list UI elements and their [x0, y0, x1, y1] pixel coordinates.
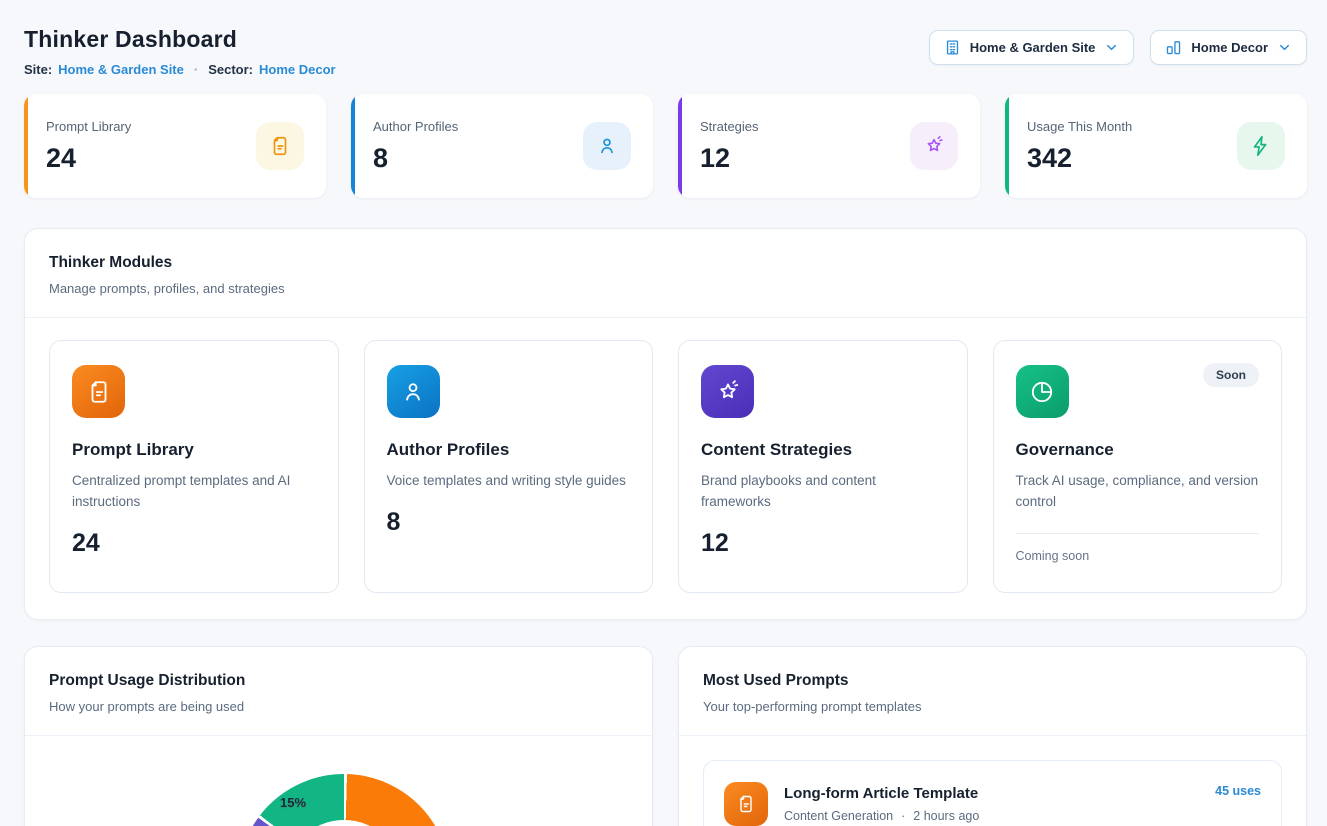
stat-label: Strategies — [700, 119, 759, 134]
person-icon — [583, 122, 631, 170]
meta-separator: · — [901, 809, 905, 823]
module-count: 24 — [72, 529, 316, 558]
title-block: Thinker Dashboard Site: Home & Garden Si… — [24, 26, 336, 77]
modules-subtitle: Manage prompts, profiles, and strategies — [49, 281, 1282, 296]
chart-title: Prompt Usage Distribution — [49, 672, 628, 690]
chart-subtitle: How your prompts are being used — [49, 699, 628, 714]
module-count: 12 — [701, 529, 945, 558]
document-icon — [724, 782, 768, 826]
stat-value: 12 — [700, 143, 759, 174]
topbar: Thinker Dashboard Site: Home & Garden Si… — [24, 26, 1307, 77]
prompt-uses-badge: 45 uses — [1215, 784, 1261, 798]
prompt-text: Long-form Article Template Content Gener… — [784, 785, 1199, 823]
bar-chart-icon — [1165, 39, 1182, 56]
prompt-list: Long-form Article Template Content Gener… — [679, 736, 1306, 826]
stat-text: Author Profiles 8 — [373, 119, 458, 174]
module-title: Prompt Library — [72, 440, 316, 460]
module-card-prompt-library[interactable]: Prompt Library Centralized prompt templa… — [49, 340, 339, 593]
module-description: Voice templates and writing style guides — [387, 471, 631, 492]
prompt-title: Long-form Article Template — [784, 785, 1199, 802]
usage-distribution-card: Prompt Usage Distribution How your promp… — [24, 646, 653, 826]
dashboard-page: Thinker Dashboard Site: Home & Garden Si… — [0, 0, 1327, 826]
stat-label: Usage This Month — [1027, 119, 1132, 134]
module-grid: Prompt Library Centralized prompt templa… — [25, 318, 1306, 619]
prompts-title: Most Used Prompts — [703, 672, 1282, 690]
most-used-prompts-card: Most Used Prompts Your top-performing pr… — [678, 646, 1307, 826]
chevron-down-icon — [1104, 40, 1119, 55]
prompts-subtitle: Your top-performing prompt templates — [703, 699, 1282, 714]
prompt-meta: Content Generation · 2 hours ago — [784, 809, 1199, 823]
breadcrumb: Site: Home & Garden Site · Sector: Home … — [24, 62, 336, 77]
module-title: Content Strategies — [701, 440, 945, 460]
donut-chart: 15% — [25, 736, 652, 826]
stat-card-strategies: Strategies 12 — [678, 94, 980, 198]
module-description: Brand playbooks and content frameworks — [701, 471, 945, 513]
chart-header: Prompt Usage Distribution How your promp… — [25, 647, 652, 736]
stat-label: Author Profiles — [373, 119, 458, 134]
module-card-content-strategies[interactable]: Content Strategies Brand playbooks and c… — [678, 340, 968, 593]
modules-panel: Thinker Modules Manage prompts, profiles… — [24, 228, 1307, 620]
prompt-list-item[interactable]: Long-form Article Template Content Gener… — [703, 760, 1282, 826]
module-count: 8 — [387, 508, 631, 537]
coming-soon-label: Coming soon — [1016, 549, 1260, 563]
module-card-governance[interactable]: Soon Governance Track AI usage, complian… — [993, 340, 1283, 593]
sector-selector-dropdown[interactable]: Home Decor — [1150, 30, 1307, 65]
donut-hole — [284, 820, 404, 826]
star-sparkle-icon — [701, 365, 754, 418]
header-controls: Home & Garden Site Home Decor — [929, 30, 1307, 65]
soon-badge: Soon — [1203, 363, 1259, 387]
breadcrumb-separator: · — [194, 62, 198, 77]
document-icon — [256, 122, 304, 170]
page-title: Thinker Dashboard — [24, 26, 336, 53]
stat-card-author-profiles: Author Profiles 8 — [351, 94, 653, 198]
stat-card-prompt-library: Prompt Library 24 — [24, 94, 326, 198]
modules-header: Thinker Modules Manage prompts, profiles… — [25, 229, 1306, 318]
stat-value: 24 — [46, 143, 131, 174]
module-title: Governance — [1016, 440, 1260, 460]
document-icon — [72, 365, 125, 418]
stat-card-usage: Usage This Month 342 — [1005, 94, 1307, 198]
module-description: Centralized prompt templates and AI inst… — [72, 471, 316, 513]
stat-text: Usage This Month 342 — [1027, 119, 1132, 174]
module-description: Track AI usage, compliance, and version … — [1016, 471, 1260, 513]
chevron-down-icon — [1277, 40, 1292, 55]
module-card-author-profiles[interactable]: Author Profiles Voice templates and writ… — [364, 340, 654, 593]
prompt-category: Content Generation — [784, 809, 893, 823]
prompts-header: Most Used Prompts Your top-performing pr… — [679, 647, 1306, 736]
pie-chart-icon — [1016, 365, 1069, 418]
lightning-icon — [1237, 122, 1285, 170]
site-selector-label: Home & Garden Site — [970, 40, 1096, 55]
site-label: Site: — [24, 62, 52, 77]
site-link[interactable]: Home & Garden Site — [58, 62, 184, 77]
donut-ring: 15% — [238, 774, 450, 826]
sector-label: Sector: — [208, 62, 253, 77]
site-selector-dropdown[interactable]: Home & Garden Site — [929, 30, 1135, 65]
stat-text: Strategies 12 — [700, 119, 759, 174]
building-icon — [944, 39, 961, 56]
stat-text: Prompt Library 24 — [46, 119, 131, 174]
stat-label: Prompt Library — [46, 119, 131, 134]
bottom-row: Prompt Usage Distribution How your promp… — [24, 646, 1307, 826]
stat-value: 8 — [373, 143, 458, 174]
star-sparkle-icon — [910, 122, 958, 170]
person-icon — [387, 365, 440, 418]
stats-row: Prompt Library 24 Author Profiles 8 — [24, 94, 1307, 198]
modules-title: Thinker Modules — [49, 254, 1282, 272]
sector-link[interactable]: Home Decor — [259, 62, 336, 77]
divider — [1016, 533, 1260, 534]
slice-label-green: 15% — [280, 795, 306, 810]
sector-selector-label: Home Decor — [1191, 40, 1268, 55]
module-title: Author Profiles — [387, 440, 631, 460]
prompt-time: 2 hours ago — [913, 809, 979, 823]
stat-value: 342 — [1027, 143, 1132, 174]
